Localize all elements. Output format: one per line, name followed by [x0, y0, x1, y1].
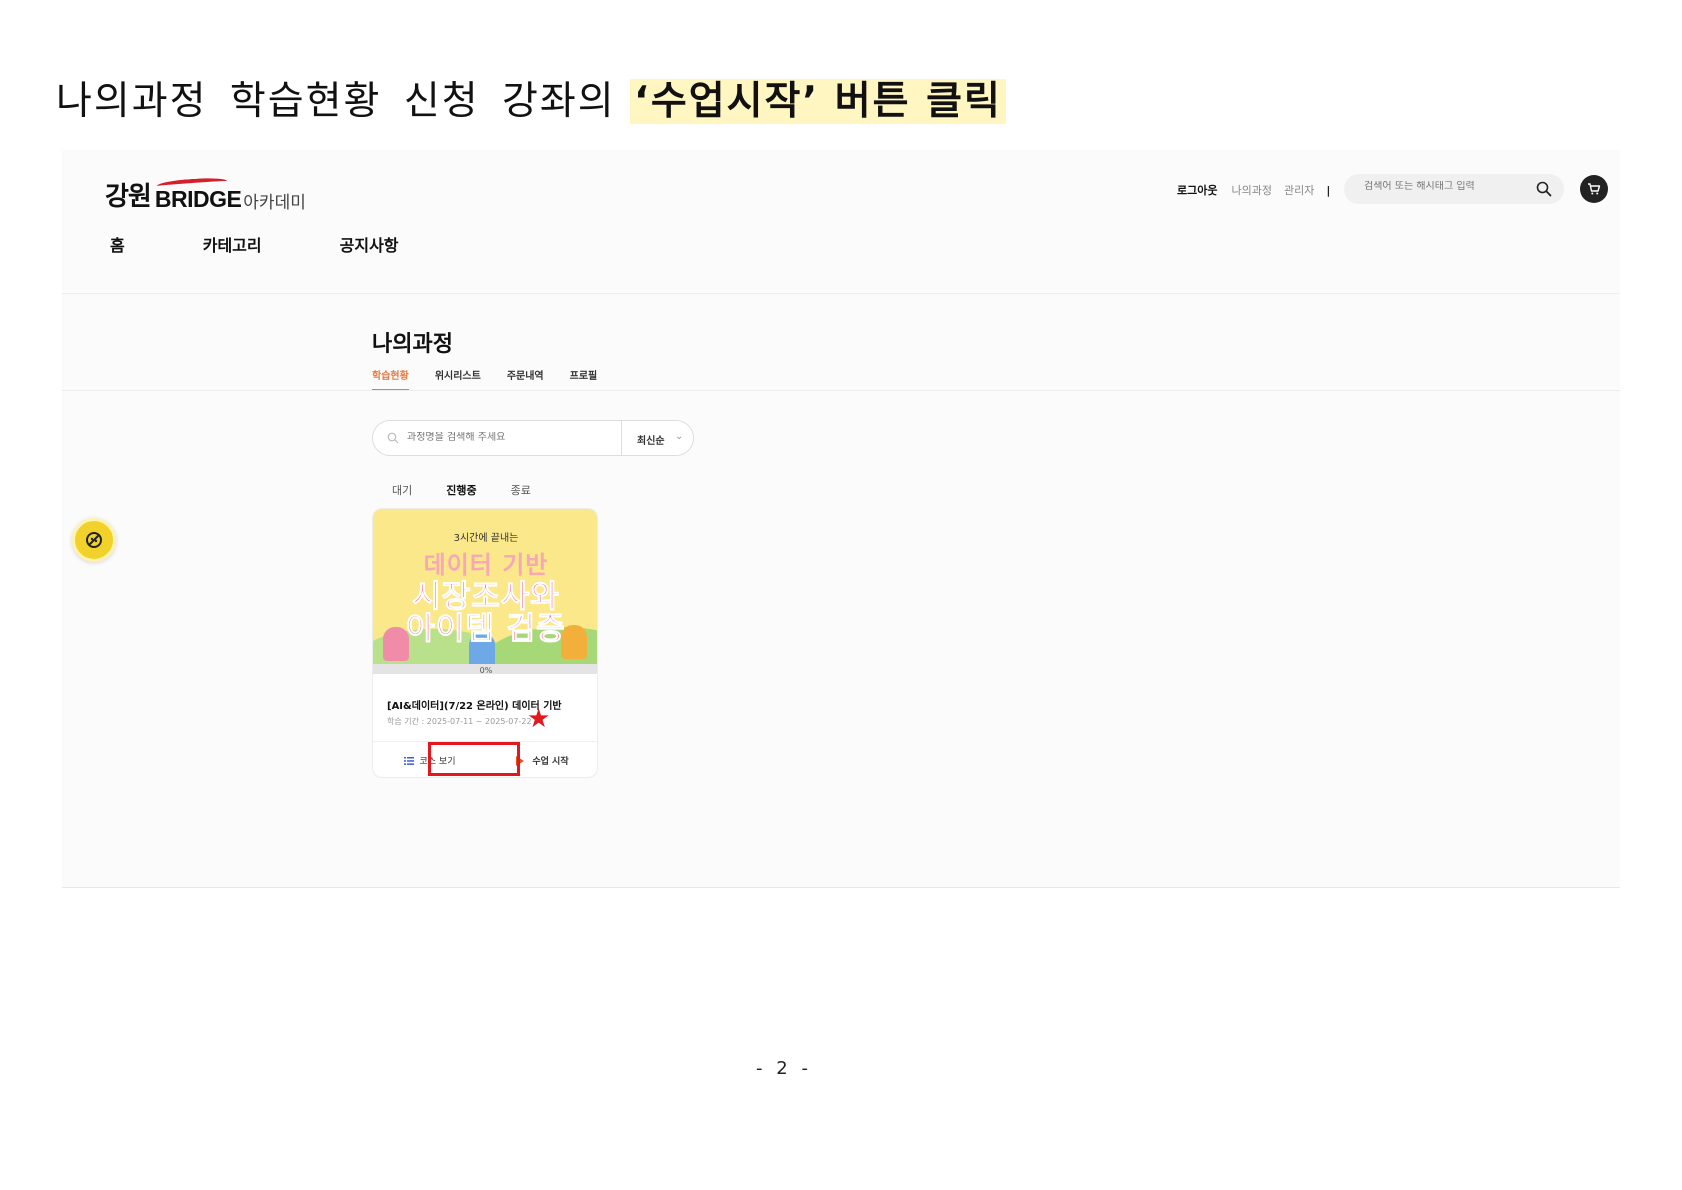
status-tab-finished[interactable]: 종료 [511, 482, 531, 498]
tab-orders[interactable]: 주문내역 [507, 367, 544, 391]
course-period: 학습 기간 : 2025-07-11 ~ 2025-07-22 [387, 717, 532, 726]
header-search-input[interactable] [1364, 181, 1524, 192]
nav-item-category[interactable]: 카테고리 [203, 232, 262, 256]
cart-button[interactable] [1580, 175, 1608, 203]
start-class-label: 수업 시작 [532, 757, 569, 767]
header-search-box [1344, 174, 1564, 204]
sort-select[interactable]: 최신순 [637, 432, 665, 447]
thumbnail-line-3: 아이템 검증 [406, 611, 566, 648]
nav-item-notice[interactable]: 공지사항 [340, 232, 399, 256]
page-title: 나의과정 [372, 332, 453, 357]
tab-learning-status[interactable]: 학습현황 [372, 367, 409, 391]
main-nav: 홈 카테고리 공지사항 [110, 232, 477, 256]
logo-text-bridge: BRIDGE [155, 176, 242, 213]
my-course-tabs: 학습현황 위시리스트 주문내역 프로필 [372, 367, 623, 391]
heading-plain-text: 나의과정 학습현황 신청 강좌의 [56, 79, 616, 124]
site-header: 강원 BRIDGE 아카데미 로그아웃 나의과정 관리자 | 홈 [62, 150, 1620, 294]
admin-link[interactable]: 관리자 [1284, 182, 1314, 198]
progress-label: 0% [479, 666, 493, 674]
search-icon [387, 432, 399, 444]
chevron-down-icon[interactable]: ⌄ [675, 431, 683, 442]
thumbnail-subtitle: 3시간에 끝내는 [453, 533, 519, 544]
course-search-input[interactable] [407, 432, 597, 443]
filter-divider [621, 421, 622, 455]
status-tabs: 대기 진행중 종료 [392, 482, 565, 498]
top-links: 로그아웃 나의과정 관리자 | [1177, 182, 1342, 198]
floating-chat-button[interactable] [72, 518, 116, 562]
my-course-link[interactable]: 나의과정 [1231, 182, 1271, 198]
nav-item-home[interactable]: 홈 [110, 232, 125, 256]
tabs-divider [62, 390, 1620, 391]
course-card[interactable]: 3시간에 끝내는 데이터 기반 시장조사와 아이템 검증 0% [AI&데이터]… [372, 508, 598, 778]
course-filter-box: 최신순 ⌄ [372, 420, 694, 456]
search-icon[interactable] [1536, 181, 1552, 197]
cart-icon [1588, 183, 1601, 195]
tab-profile[interactable]: 프로필 [570, 367, 598, 391]
tab-wishlist[interactable]: 위시리스트 [435, 367, 481, 391]
logout-link[interactable]: 로그아웃 [1177, 182, 1217, 198]
chat-bot-icon [86, 532, 102, 548]
document-heading: 나의과정 학습현황 신청 강좌의 ‘수업시작’ 버튼 클릭 [56, 78, 1006, 126]
status-tab-in-progress[interactable]: 진행중 [446, 482, 476, 498]
status-tab-waiting[interactable]: 대기 [392, 482, 412, 498]
site-logo[interactable]: 강원 BRIDGE 아카데미 [105, 176, 306, 213]
annotation-star-icon: ★ [527, 704, 551, 734]
link-separator: | [1326, 183, 1331, 197]
website-screenshot: 강원 BRIDGE 아카데미 로그아웃 나의과정 관리자 | 홈 [62, 150, 1620, 888]
logo-text-gangwon: 강원 [105, 181, 152, 211]
logo-text-academy: 아카데미 [243, 193, 306, 212]
course-thumbnail[interactable]: 3시간에 끝내는 데이터 기반 시장조사와 아이템 검증 0% [373, 509, 597, 674]
annotation-highlight-box [428, 742, 520, 776]
list-icon [403, 756, 414, 765]
page-number: - 2 - [756, 1058, 812, 1079]
heading-highlight-text: ‘수업시작’ 버튼 클릭 [630, 79, 1006, 124]
